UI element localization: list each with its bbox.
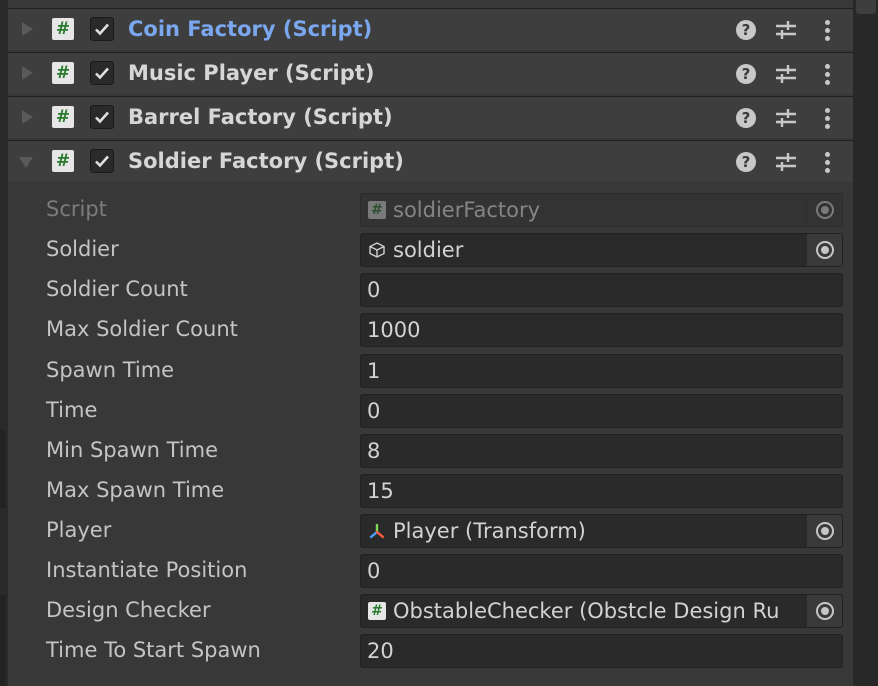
component-header-music-player[interactable]: # Music Player (Script) ? bbox=[8, 52, 853, 94]
help-icon[interactable]: ? bbox=[734, 150, 758, 174]
more-options-icon[interactable] bbox=[816, 106, 840, 130]
transform-icon bbox=[369, 523, 385, 539]
enable-checkbox[interactable] bbox=[90, 105, 114, 129]
component-title[interactable]: Music Player (Script) bbox=[128, 61, 374, 85]
script-icon: # bbox=[52, 62, 74, 84]
time-to-start-spawn-input[interactable]: 20 bbox=[360, 634, 843, 668]
more-options-icon[interactable] bbox=[816, 150, 840, 174]
script-object-field: # soldierFactory bbox=[360, 193, 843, 227]
object-picker-icon[interactable] bbox=[806, 595, 842, 627]
more-options-icon[interactable] bbox=[816, 62, 840, 86]
field-value: soldier bbox=[393, 238, 464, 262]
field-value: Player (Transform) bbox=[393, 519, 586, 543]
component-header-barrel-factory[interactable]: # Barrel Factory (Script) ? bbox=[8, 96, 853, 138]
inspector-window: # Coin Factory (Script) ? # Music Player… bbox=[0, 0, 878, 686]
property-label-time-to-start-spawn: Time To Start Spawn bbox=[46, 638, 261, 662]
enable-checkbox[interactable] bbox=[90, 149, 114, 173]
design-checker-object-field[interactable]: # ObstableChecker (Obstcle Design Ru bbox=[360, 594, 843, 628]
property-label-max-soldier-count: Max Soldier Count bbox=[46, 317, 238, 341]
property-label-instantiate-position: Instantiate Position bbox=[46, 558, 248, 582]
object-picker-icon[interactable] bbox=[806, 234, 842, 266]
property-label-design-checker: Design Checker bbox=[46, 598, 211, 622]
property-label-min-spawn-time: Min Spawn Time bbox=[46, 438, 219, 462]
foldout-arrow-icon[interactable] bbox=[22, 22, 33, 36]
script-icon: # bbox=[52, 18, 74, 40]
instantiate-position-input[interactable]: 0 bbox=[360, 554, 843, 588]
scrollbar[interactable] bbox=[853, 0, 878, 686]
script-icon: # bbox=[368, 201, 386, 219]
presets-icon[interactable] bbox=[774, 18, 798, 42]
more-options-icon[interactable] bbox=[816, 18, 840, 42]
component-header-soldier-factory[interactable]: # Soldier Factory (Script) ? bbox=[8, 140, 853, 182]
help-icon[interactable]: ? bbox=[734, 18, 758, 42]
time-input[interactable]: 0 bbox=[360, 394, 843, 428]
component-title[interactable]: Soldier Factory (Script) bbox=[128, 149, 404, 173]
prefab-cube-icon bbox=[369, 242, 385, 258]
property-label-time: Time bbox=[46, 398, 98, 422]
field-value: ObstableChecker (Obstcle Design Ru bbox=[393, 599, 780, 623]
scrollbar-thumb[interactable] bbox=[856, 0, 876, 14]
script-icon: # bbox=[52, 150, 74, 172]
property-label-soldier: Soldier bbox=[46, 237, 119, 261]
object-picker-icon[interactable] bbox=[806, 515, 842, 547]
component-title[interactable]: Barrel Factory (Script) bbox=[128, 105, 393, 129]
script-icon: # bbox=[368, 602, 386, 620]
component-title[interactable]: Coin Factory (Script) bbox=[128, 17, 372, 41]
presets-icon[interactable] bbox=[774, 150, 798, 174]
foldout-arrow-icon[interactable] bbox=[19, 157, 33, 168]
spawn-time-input[interactable]: 1 bbox=[360, 354, 843, 388]
enable-checkbox[interactable] bbox=[90, 61, 114, 85]
foldout-arrow-icon[interactable] bbox=[22, 110, 33, 124]
presets-icon[interactable] bbox=[774, 106, 798, 130]
help-icon[interactable]: ? bbox=[734, 62, 758, 86]
component-header-coin-factory[interactable]: # Coin Factory (Script) ? bbox=[8, 8, 853, 50]
help-icon[interactable]: ? bbox=[734, 106, 758, 130]
min-spawn-time-input[interactable]: 8 bbox=[360, 434, 843, 468]
soldier-count-input[interactable]: 0 bbox=[360, 273, 843, 307]
object-picker-icon bbox=[806, 194, 842, 226]
property-label-script: Script bbox=[46, 197, 107, 221]
property-label-max-spawn-time: Max Spawn Time bbox=[46, 478, 225, 502]
property-label-soldier-count: Soldier Count bbox=[46, 277, 188, 301]
foldout-arrow-icon[interactable] bbox=[22, 66, 33, 80]
left-panel-edge bbox=[0, 0, 8, 686]
property-label-spawn-time: Spawn Time bbox=[46, 358, 175, 382]
soldier-object-field[interactable]: soldier bbox=[360, 233, 843, 267]
property-label-player: Player bbox=[46, 518, 112, 542]
player-object-field[interactable]: Player (Transform) bbox=[360, 514, 843, 548]
max-soldier-count-input[interactable]: 1000 bbox=[360, 313, 843, 347]
presets-icon[interactable] bbox=[774, 62, 798, 86]
script-icon: # bbox=[52, 106, 74, 128]
enable-checkbox[interactable] bbox=[90, 17, 114, 41]
max-spawn-time-input[interactable]: 15 bbox=[360, 474, 843, 508]
field-value: soldierFactory bbox=[393, 198, 541, 222]
